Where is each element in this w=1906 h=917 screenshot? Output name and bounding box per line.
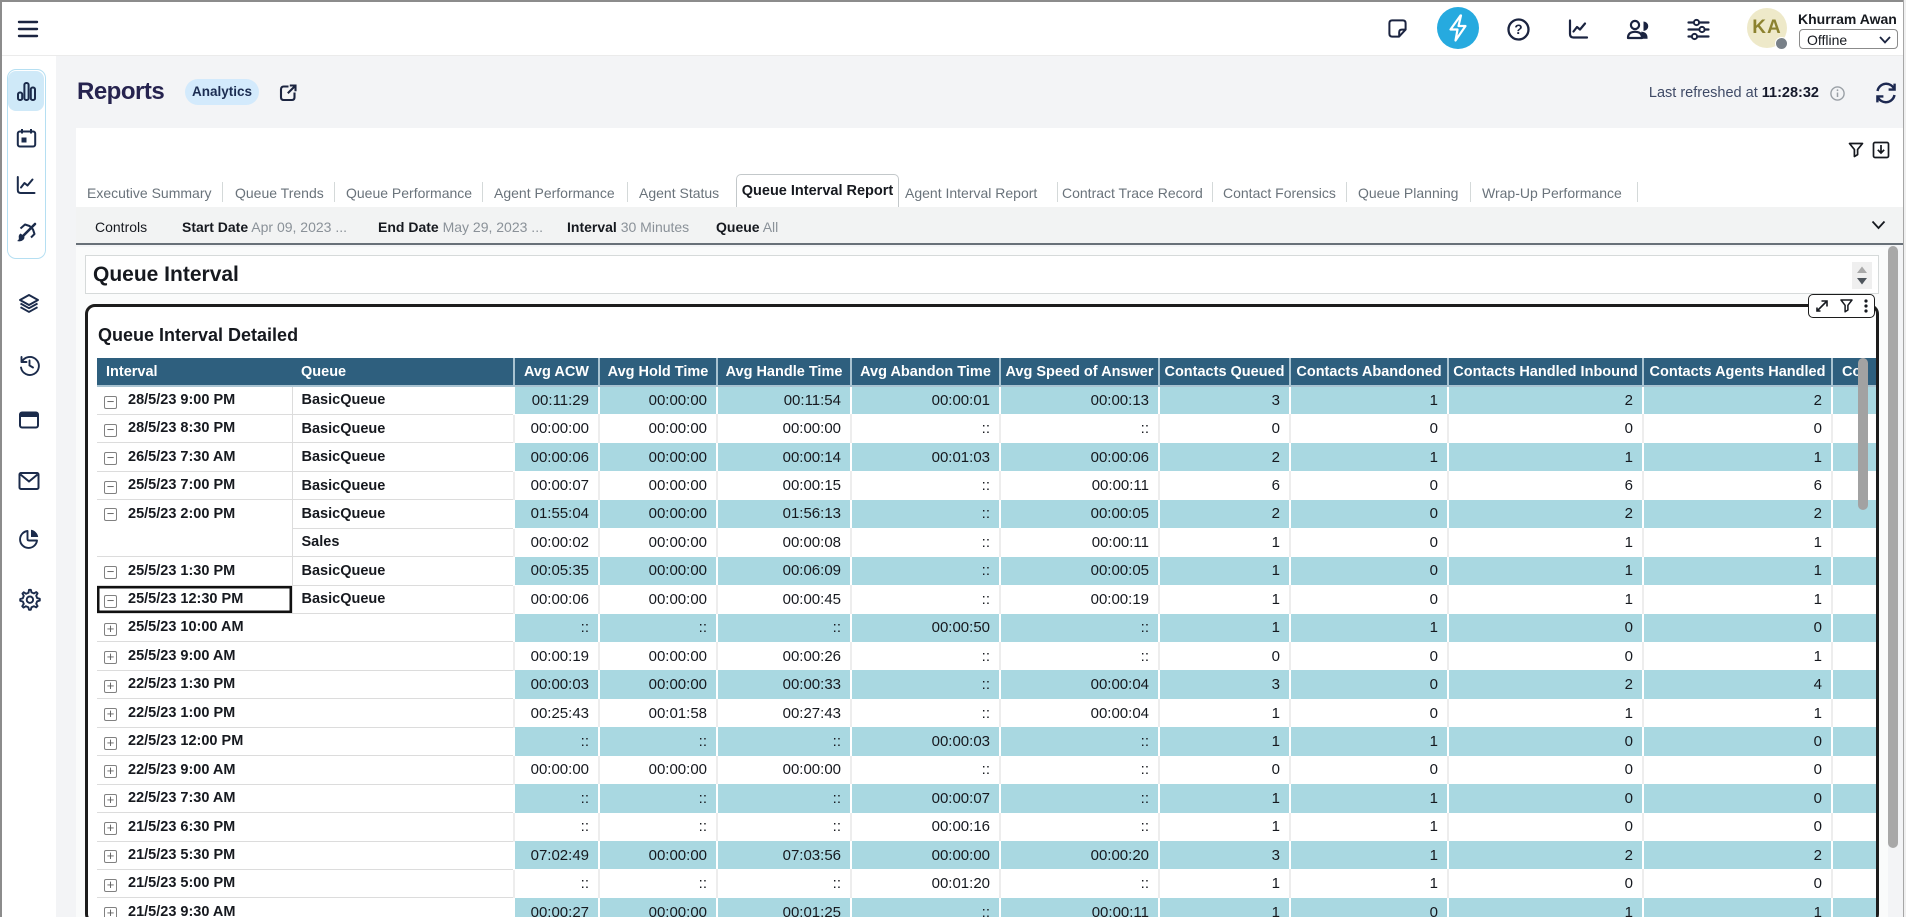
svg-text:?: ? <box>1514 22 1522 37</box>
